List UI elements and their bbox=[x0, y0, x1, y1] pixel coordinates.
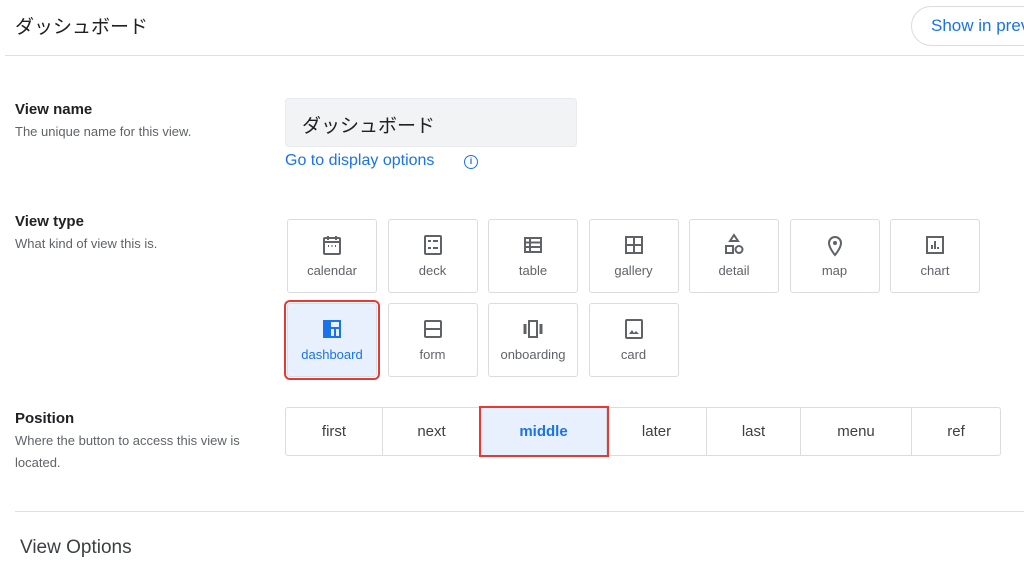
dashboard-icon bbox=[323, 320, 341, 338]
section-divider bbox=[15, 511, 1024, 512]
display-options-link[interactable]: Go to display options bbox=[285, 152, 434, 170]
position-last[interactable]: last bbox=[707, 408, 801, 455]
view-type-label: form bbox=[419, 347, 446, 362]
gallery-icon bbox=[624, 236, 643, 254]
view-type-onboarding[interactable]: onboarding bbox=[488, 303, 578, 377]
position-next[interactable]: next bbox=[383, 408, 481, 455]
info-icon[interactable]: i bbox=[464, 155, 478, 169]
view-type-detail[interactable]: detail bbox=[689, 219, 779, 293]
position-selector: first next middle later last menu ref bbox=[285, 406, 1001, 457]
view-type-gallery[interactable]: gallery bbox=[588, 219, 679, 293]
position-label: Position bbox=[15, 410, 75, 427]
position-later[interactable]: later bbox=[607, 408, 707, 455]
position-description: Where the button to access this view is … bbox=[15, 433, 240, 470]
view-type-label: View type bbox=[15, 213, 84, 230]
view-type-map[interactable]: map bbox=[789, 219, 880, 293]
detail-icon bbox=[725, 233, 744, 254]
view-type-label: chart bbox=[920, 263, 950, 278]
view-type-dashboard[interactable]: dashboard bbox=[284, 300, 380, 380]
view-type-label: table bbox=[518, 263, 548, 278]
onboarding-icon bbox=[523, 320, 543, 338]
show-in-preview-button[interactable]: Show in preview bbox=[911, 6, 1024, 46]
view-name-input[interactable]: ダッシュボード bbox=[285, 98, 577, 147]
view-type-label: card bbox=[620, 347, 647, 362]
position-first[interactable]: first bbox=[286, 408, 383, 455]
view-name-label: View name bbox=[15, 101, 93, 118]
view-type-label: deck bbox=[418, 263, 447, 278]
position-middle[interactable]: middle bbox=[479, 406, 609, 457]
view-type-label: gallery bbox=[614, 263, 653, 278]
header-divider bbox=[5, 55, 1024, 56]
view-type-card[interactable]: card bbox=[588, 303, 679, 377]
chart-icon bbox=[926, 236, 944, 254]
view-type-description: What kind of view this is. bbox=[15, 236, 158, 251]
position-menu[interactable]: menu bbox=[801, 408, 912, 455]
view-type-label: calendar bbox=[307, 263, 357, 278]
deck-icon bbox=[423, 235, 442, 255]
view-type-deck[interactable]: deck bbox=[387, 219, 478, 293]
table-icon bbox=[524, 237, 542, 253]
view-type-table[interactable]: table bbox=[488, 219, 578, 293]
view-name-description: The unique name for this view. bbox=[15, 124, 192, 139]
view-type-calendar[interactable]: calendar bbox=[287, 219, 377, 293]
view-type-form[interactable]: form bbox=[387, 303, 478, 377]
page-title: ダッシュボード bbox=[15, 17, 149, 38]
view-type-label: onboarding bbox=[500, 347, 566, 362]
view-type-label: detail bbox=[718, 263, 750, 278]
view-type-label: map bbox=[821, 263, 848, 278]
view-options-heading: View Options bbox=[20, 537, 132, 558]
position-ref[interactable]: ref bbox=[912, 408, 1000, 455]
form-icon bbox=[423, 320, 442, 338]
calendar-icon bbox=[323, 236, 341, 255]
card-icon bbox=[624, 319, 643, 339]
view-type-label: dashboard bbox=[301, 347, 363, 362]
view-type-chart[interactable]: chart bbox=[890, 219, 980, 293]
map-pin-icon bbox=[827, 236, 842, 257]
